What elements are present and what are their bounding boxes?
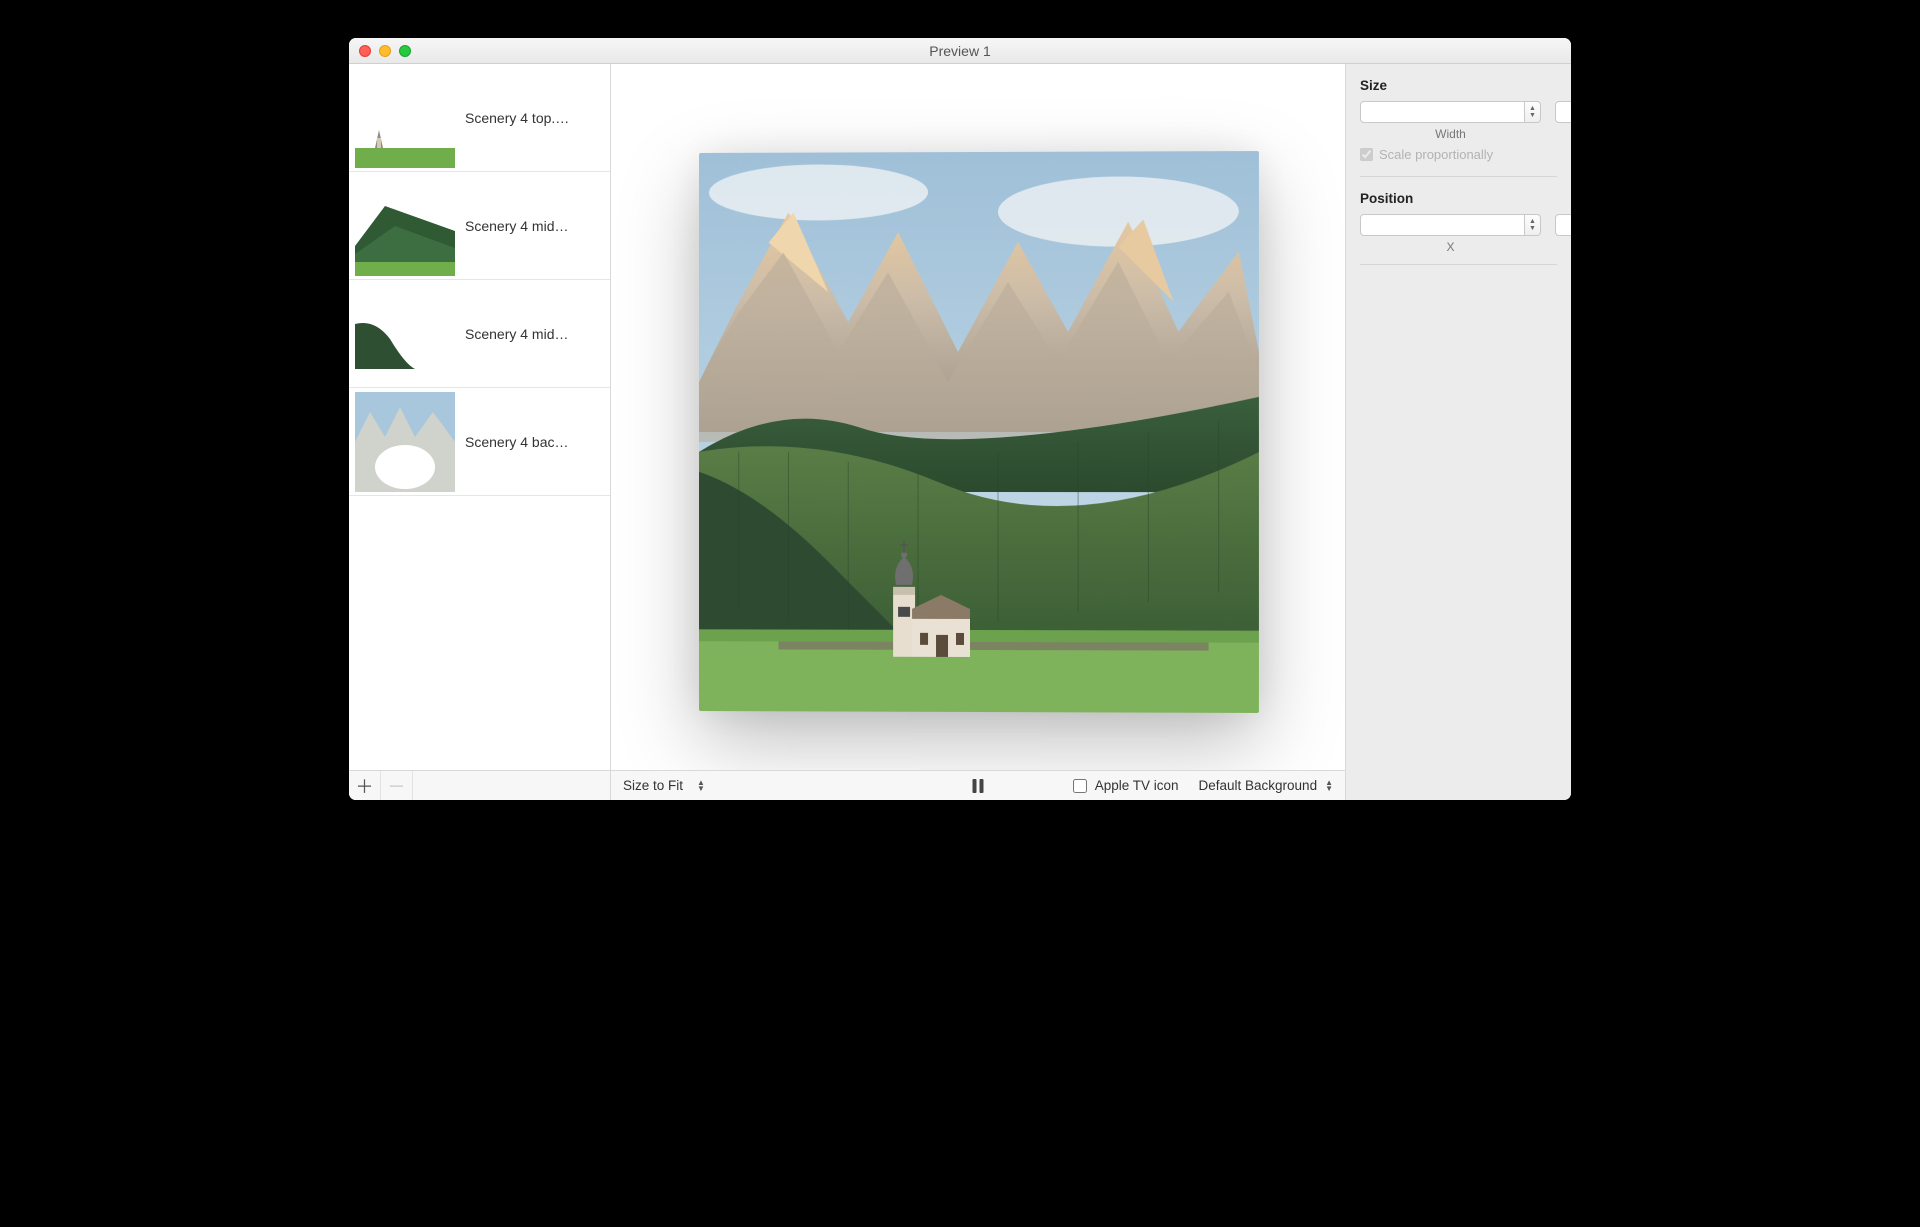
appletv-icon-label: Apple TV icon xyxy=(1095,778,1179,793)
height-input[interactable] xyxy=(1555,101,1571,123)
layer-thumb xyxy=(355,68,455,168)
width-label: Width xyxy=(1435,127,1466,141)
width-stepper[interactable]: ▲▼ xyxy=(1525,101,1541,123)
chevron-updown-icon: ▲▼ xyxy=(697,780,705,792)
zoom-mode-select[interactable]: Size to Fit ▲▼ xyxy=(623,778,705,793)
layer-item[interactable]: Scenery 4 mid… xyxy=(349,172,610,280)
layer-item[interactable]: Scenery 4 mid… xyxy=(349,280,610,388)
layer-thumb xyxy=(355,392,455,492)
layer-label: Scenery 4 mid… xyxy=(465,218,602,234)
x-input[interactable] xyxy=(1360,214,1525,236)
position-heading: Position xyxy=(1360,191,1557,206)
scale-proportionally-row[interactable]: Scale proportionally xyxy=(1360,147,1557,162)
window-title: Preview 1 xyxy=(349,43,1571,59)
divider xyxy=(1360,264,1557,265)
layer-sidebar: Scenery 4 top.… Scenery 4 mid… xyxy=(349,64,611,800)
layer-label: Scenery 4 top.… xyxy=(465,110,602,126)
layer-label: Scenery 4 mid… xyxy=(465,326,602,342)
preview-canvas: Size to Fit ▲▼ Apple TV icon Default Bac… xyxy=(611,64,1346,800)
y-input[interactable] xyxy=(1555,214,1571,236)
add-layer-button[interactable]: ＋ xyxy=(349,771,381,800)
layer-thumb xyxy=(355,284,455,384)
appletv-icon-checkbox[interactable] xyxy=(1073,779,1087,793)
layer-thumb xyxy=(355,176,455,276)
layer-item[interactable]: Scenery 4 top.… xyxy=(349,64,610,172)
width-input[interactable] xyxy=(1360,101,1525,123)
sidebar-footer: ＋ － xyxy=(349,770,610,800)
size-heading: Size xyxy=(1360,78,1557,93)
traffic-lights xyxy=(349,45,411,57)
background-select-label[interactable]: Default Background xyxy=(1199,778,1318,793)
scale-proportionally-label: Scale proportionally xyxy=(1379,147,1493,162)
canvas-footer: Size to Fit ▲▼ Apple TV icon Default Bac… xyxy=(611,770,1345,800)
x-stepper[interactable]: ▲▼ xyxy=(1525,214,1541,236)
inspector-panel: Size ▲▼ Width ▲▼ Height xyxy=(1346,64,1571,800)
preview-window: Preview 1 Scenery 4 top.… xyxy=(349,38,1571,800)
layer-item[interactable]: Scenery 4 bac… xyxy=(349,388,610,496)
titlebar: Preview 1 xyxy=(349,38,1571,64)
pause-button[interactable] xyxy=(973,779,984,793)
divider xyxy=(1360,176,1557,177)
chevron-updown-icon: ▲▼ xyxy=(1325,780,1333,792)
close-button[interactable] xyxy=(359,45,371,57)
x-label: X xyxy=(1446,240,1454,254)
zoom-button[interactable] xyxy=(399,45,411,57)
scale-proportionally-checkbox[interactable] xyxy=(1360,148,1373,161)
layer-list[interactable]: Scenery 4 top.… Scenery 4 mid… xyxy=(349,64,610,770)
layer-label: Scenery 4 bac… xyxy=(465,434,602,450)
zoom-mode-label: Size to Fit xyxy=(623,778,683,793)
remove-layer-button[interactable]: － xyxy=(381,771,413,800)
preview-image xyxy=(699,151,1259,713)
minimize-button[interactable] xyxy=(379,45,391,57)
